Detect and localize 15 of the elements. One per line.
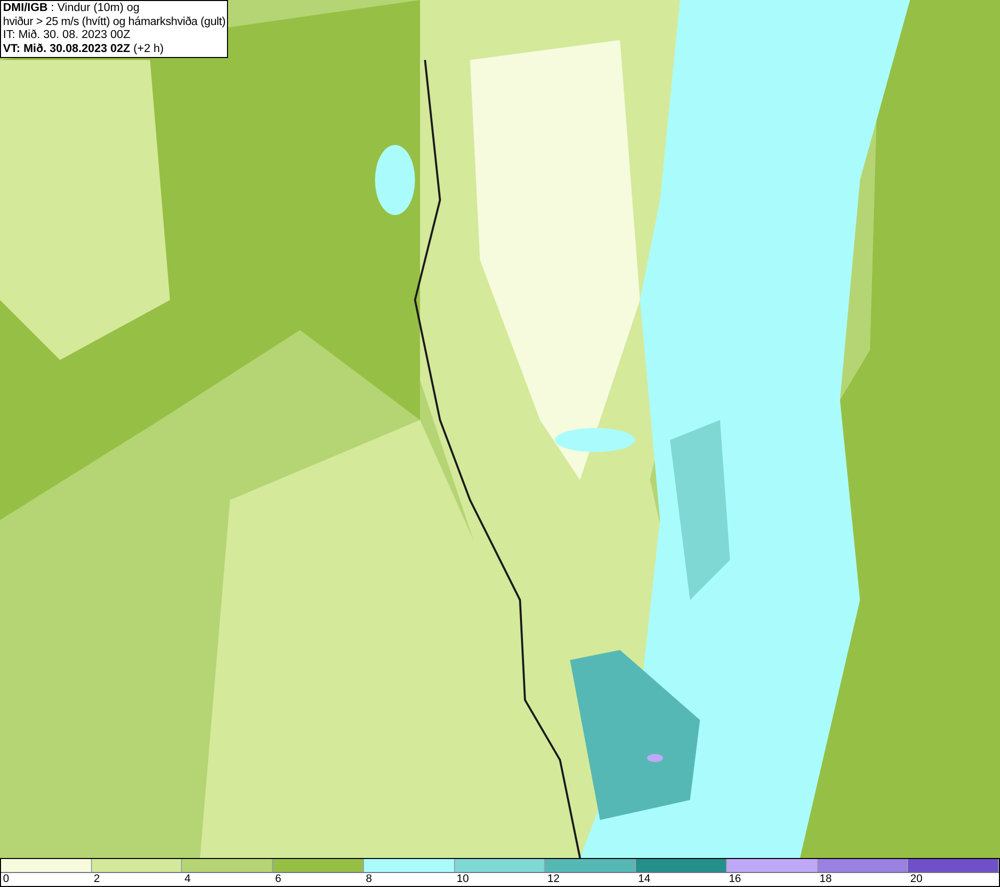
scale-label: 0 <box>3 873 10 885</box>
scale-label: 4 <box>184 873 191 885</box>
scale-label: 8 <box>366 873 372 885</box>
scale-label: 20 <box>910 873 923 885</box>
map-title: DMI/IGB : Vindur (10m) og <box>3 2 141 16</box>
issue-time: IT: Mið. 30. 08. 2023 00Z <box>3 29 132 42</box>
scale-label: 14 <box>638 873 650 885</box>
scale-label: 16 <box>728 873 742 885</box>
scale-label: 2 <box>94 873 100 885</box>
map-subtitle: hviður > 25 m/s (hvítt) og hámarkshviða (gult) <box>3 16 225 29</box>
scale-label: 12 <box>547 873 560 885</box>
scale-label: 6 <box>275 873 282 885</box>
valid-time: VT: Mið. 30.08.2023 02Z (+2 h) <box>3 42 165 56</box>
scale-label: 10 <box>456 873 469 885</box>
scale-label: 18 <box>820 873 832 885</box>
